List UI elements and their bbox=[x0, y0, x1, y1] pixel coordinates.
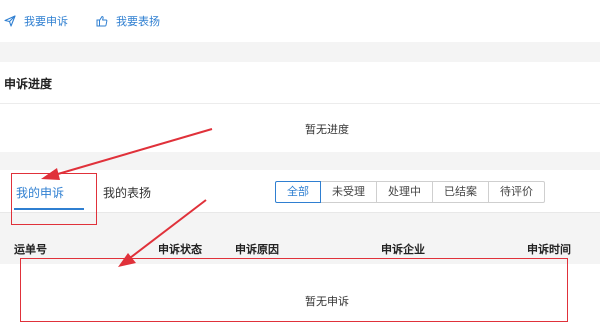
praise-button[interactable]: 我要表扬 bbox=[96, 0, 160, 42]
table-header: 运单号 申诉状态 申诉原因 申诉企业 申诉时间 bbox=[0, 232, 600, 264]
table-body: 暂无申诉 bbox=[0, 264, 600, 334]
top-action-bar: 我要申诉 我要表扬 bbox=[0, 0, 600, 42]
filter-closed[interactable]: 已结案 bbox=[432, 181, 489, 203]
appeal-button-label: 我要申诉 bbox=[24, 15, 68, 28]
status-filter-group: 全部 未受理 处理中 已结案 待评价 bbox=[275, 181, 545, 203]
column-header-company: 申诉企业 bbox=[381, 243, 425, 256]
praise-button-label: 我要表扬 bbox=[116, 15, 160, 28]
column-header-waybill: 运单号 bbox=[14, 243, 47, 256]
thumbs-up-icon bbox=[96, 16, 108, 27]
send-icon bbox=[4, 15, 16, 27]
column-header-reason: 申诉原因 bbox=[235, 243, 279, 256]
active-tab-indicator bbox=[14, 208, 84, 210]
progress-empty-text: 暂无进度 bbox=[305, 123, 349, 136]
progress-section-header: 申诉进度 bbox=[0, 62, 600, 104]
filter-all[interactable]: 全部 bbox=[275, 181, 321, 203]
progress-title: 申诉进度 bbox=[4, 77, 53, 91]
progress-section-body: 暂无进度 bbox=[0, 104, 600, 152]
appeal-button[interactable]: 我要申诉 bbox=[4, 0, 68, 42]
tab-my-praises[interactable]: 我的表扬 bbox=[103, 184, 151, 201]
filter-pending-review[interactable]: 待评价 bbox=[488, 181, 545, 203]
filter-unaccepted[interactable]: 未受理 bbox=[320, 181, 377, 203]
filter-processing[interactable]: 处理中 bbox=[376, 181, 433, 203]
column-header-time: 申诉时间 bbox=[527, 243, 571, 256]
tab-my-appeals[interactable]: 我的申诉 bbox=[16, 184, 64, 201]
table-empty-text: 暂无申诉 bbox=[305, 295, 349, 308]
column-header-status: 申诉状态 bbox=[158, 243, 202, 256]
